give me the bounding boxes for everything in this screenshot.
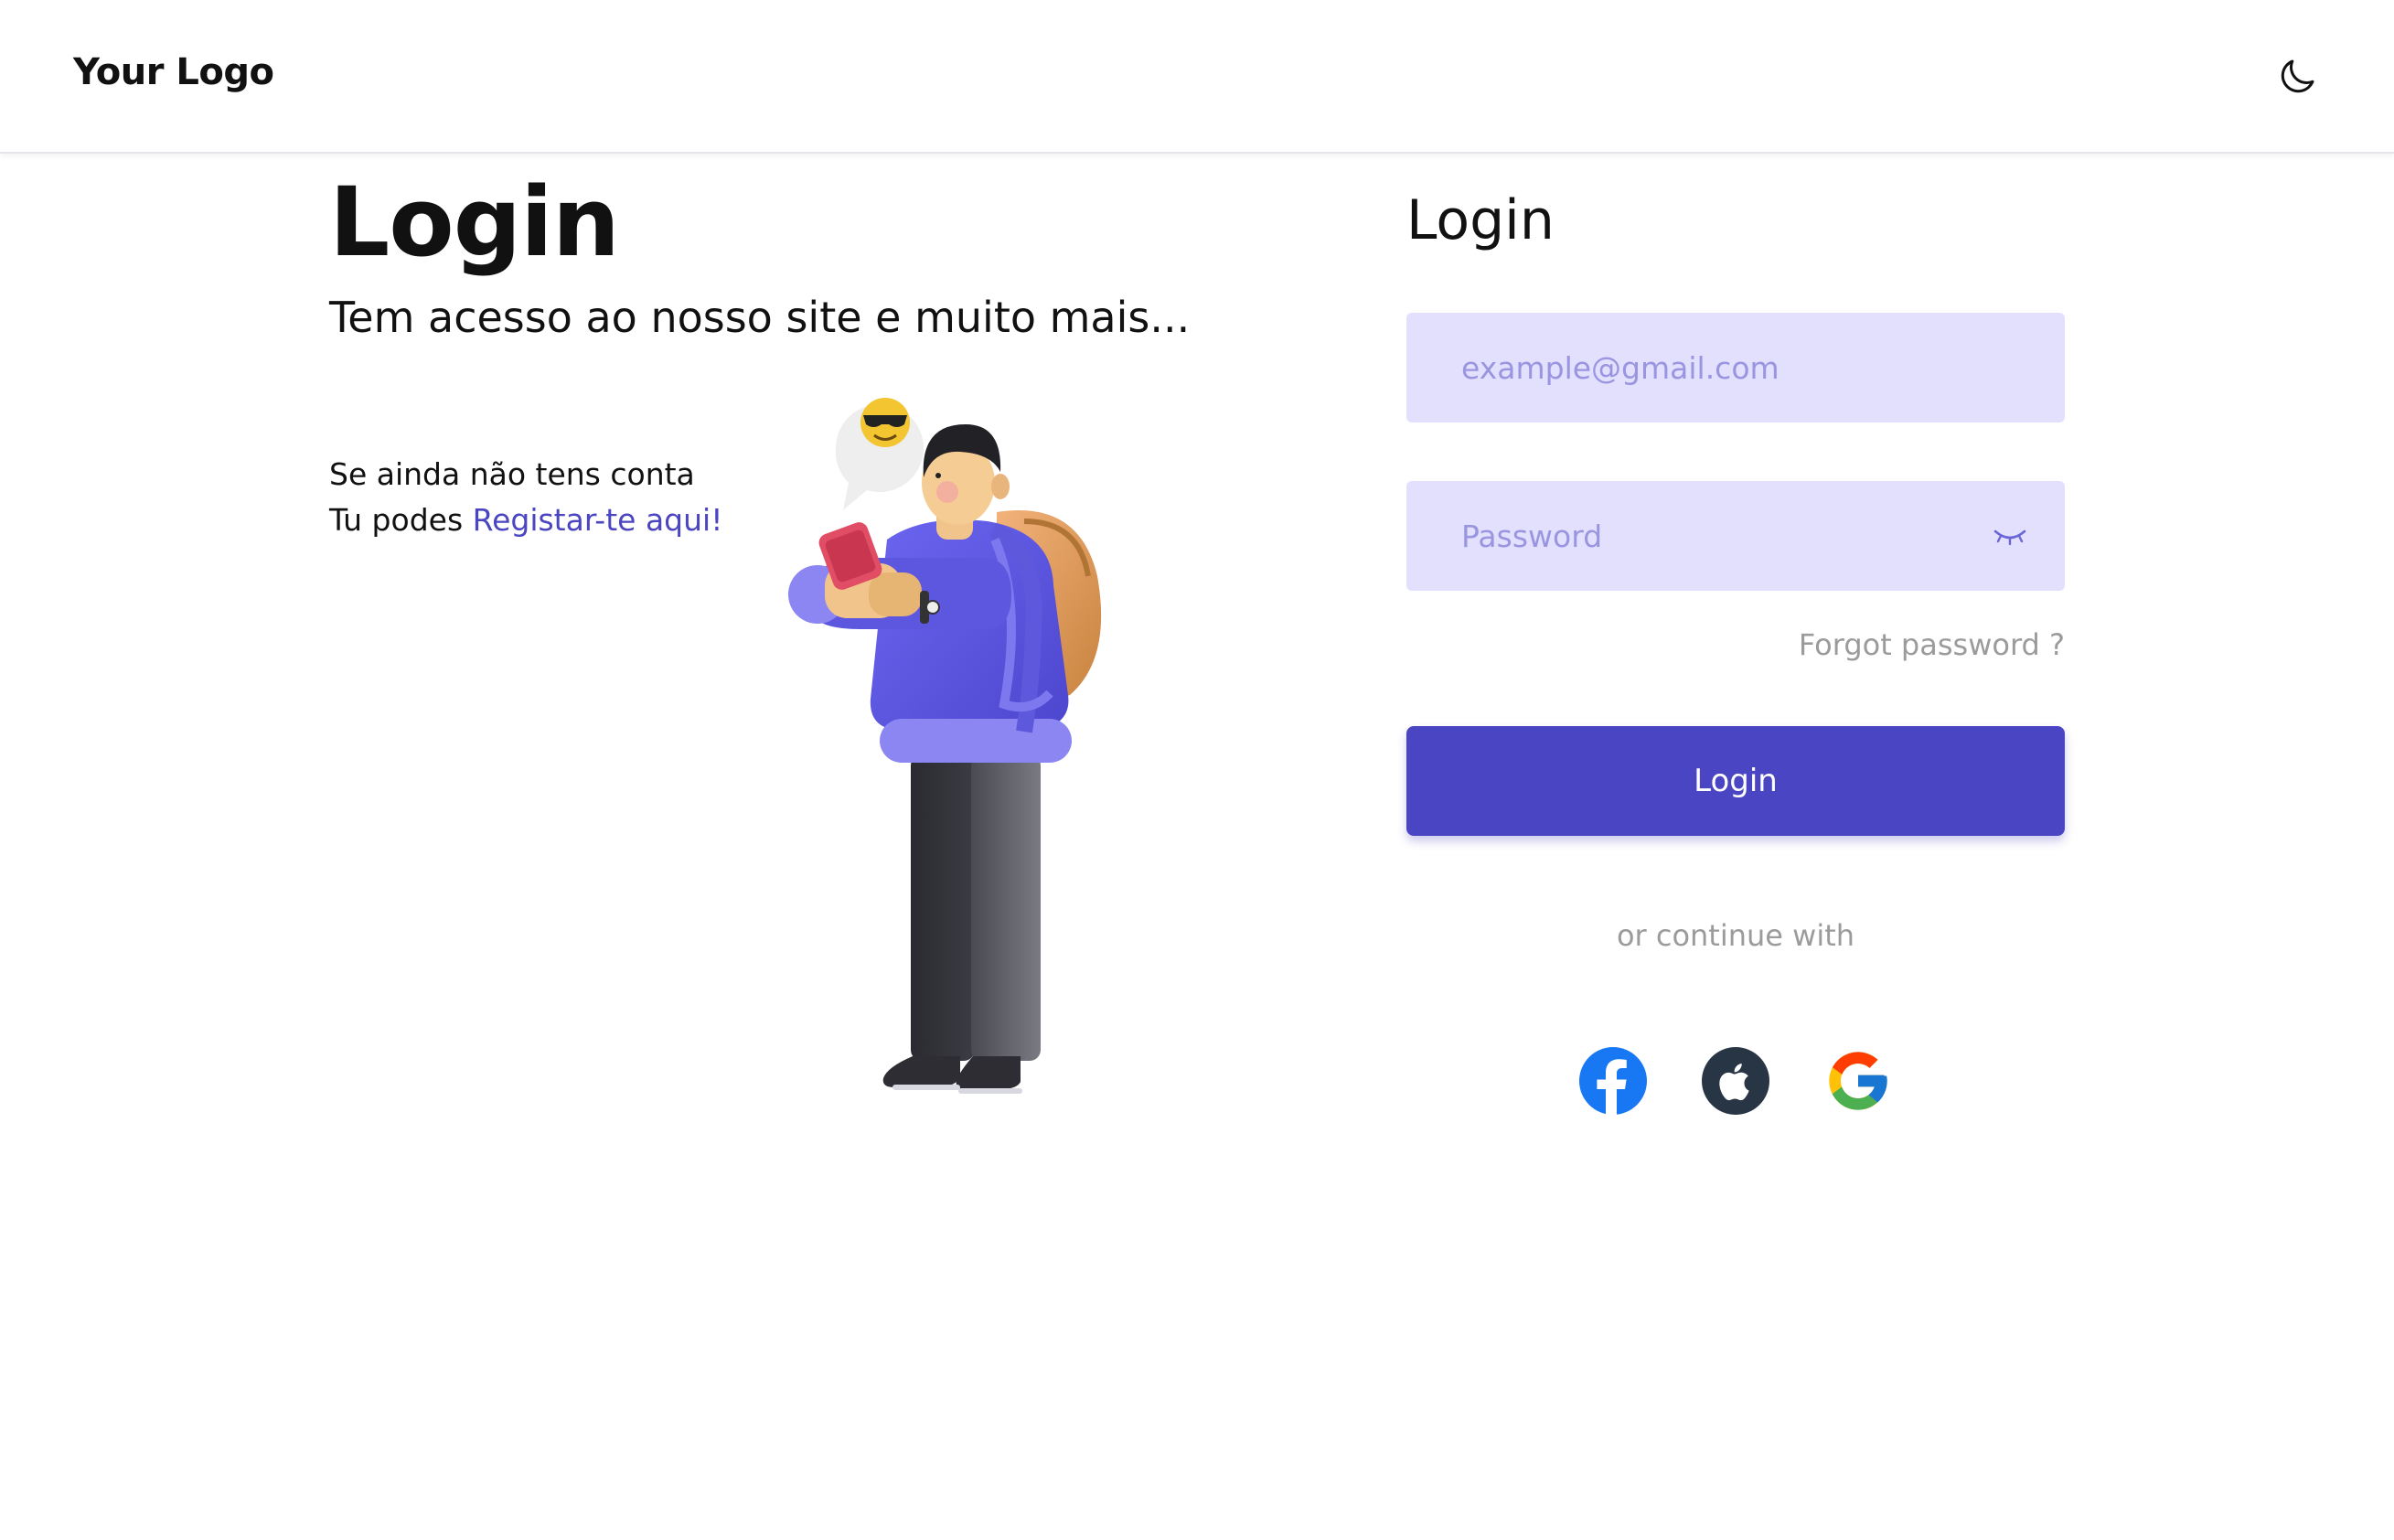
social-login-divider: or continue with [1616,918,1855,953]
login-button[interactable]: Login [1406,726,2065,836]
apple-login-button[interactable] [1701,1046,1770,1116]
google-icon [1829,1052,1887,1110]
hero-subtitle: Tem acesso ao nosso site e muito mais... [329,293,1191,342]
hero-title: Login [329,166,620,278]
forgot-password-link[interactable]: Forgot password ? [1406,627,2065,662]
form-title: Login [1406,188,1555,252]
register-prompt: Se ainda não tens conta Tu podes Regista… [329,452,722,543]
hero-illustration [777,375,1180,1134]
apple-icon [1702,1047,1769,1115]
person-with-phone-illustration [788,398,1102,1094]
facebook-icon [1579,1047,1647,1116]
moon-icon [2281,59,2314,93]
register-prompt-line1: Se ainda não tens conta [329,456,695,492]
toggle-password-visibility-button[interactable] [1992,519,2028,552]
register-link[interactable]: Registar-te aqui! [473,502,723,538]
google-login-button[interactable] [1823,1046,1893,1116]
password-field[interactable] [1406,481,2065,591]
password-field-container [1406,481,2065,591]
facebook-login-button[interactable] [1578,1046,1648,1116]
eye-closed-icon [1993,529,2026,546]
email-field[interactable] [1406,313,2065,422]
site-logo[interactable]: Your Logo [73,51,274,93]
theme-toggle-button[interactable] [2275,55,2319,99]
register-prompt-line2: Tu podes Registar-te aqui! [329,497,722,543]
top-navbar: Your Logo [0,0,2394,154]
email-field-container [1406,313,2065,422]
register-prompt-prefix: Tu podes [329,502,473,538]
